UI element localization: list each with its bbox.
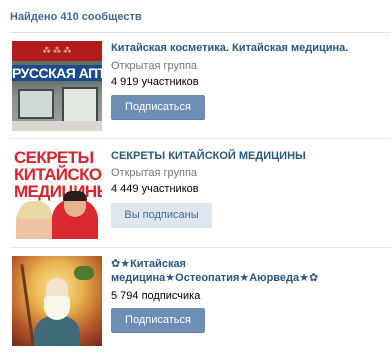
community-item: ✿★Китайская медицина★Остеопатия★Аюрведа★… — [0, 256, 391, 351]
subscribe-button[interactable]: Подписаться — [111, 95, 205, 120]
member-count: 4 449 участников — [111, 183, 199, 195]
subscribe-button[interactable]: Подписаться — [111, 308, 205, 333]
community-avatar[interactable]: ⁂ ⁂ ⁂ РУССКАЯ АПТ — [12, 41, 102, 131]
shop-sign-decoration: ⁂ ⁂ ⁂ — [12, 41, 102, 61]
community-avatar[interactable]: СЕКРЕТЫ КИТАЙСКОЙ МЕДИЦИНЫ — [12, 149, 102, 239]
search-results-header: Найдено 410 сообществ — [0, 0, 391, 33]
community-name-link[interactable]: ✿★Китайская медицина★Остеопатия★Аюрведа★… — [111, 257, 361, 285]
street-decoration — [12, 121, 102, 131]
avatar-caption: РУССКАЯ АПТ — [12, 65, 102, 81]
robe-decoration — [34, 316, 80, 346]
item-divider — [10, 247, 391, 248]
shop-window-decoration — [18, 89, 54, 119]
community-name-line-2: медицина★Остеопатия★Аюрведа★✿ — [111, 272, 319, 284]
subscriber-count: 5 794 подписчика — [111, 290, 201, 302]
community-name-link[interactable]: Китайская косметика. Китайская медицина. — [111, 41, 361, 55]
shop-door-decoration — [62, 87, 98, 123]
member-count: 4 919 участников — [111, 76, 199, 88]
staff-decoration — [20, 264, 35, 346]
avatar-caption-line-3: МЕДИЦИНЫ — [14, 182, 102, 201]
community-item: СЕКРЕТЫ КИТАЙСКОЙ МЕДИЦИНЫ СЕКРЕТЫ КИТАЙ… — [0, 149, 391, 244]
leaf-decoration — [74, 266, 94, 280]
results-count-title: Найдено 410 сообществ — [10, 11, 142, 23]
community-type: Открытая группа — [111, 60, 198, 72]
header-divider — [10, 32, 391, 33]
community-type: Открытая группа — [111, 167, 198, 179]
item-divider — [10, 138, 391, 139]
man-hair-decoration — [63, 191, 87, 201]
subscribed-button[interactable]: Вы подписаны — [111, 203, 212, 228]
community-name-link[interactable]: СЕКРЕТЫ КИТАЙСКОЙ МЕДИЦИНЫ — [111, 149, 361, 163]
woman-hair-decoration — [18, 201, 52, 219]
community-item: ⁂ ⁂ ⁂ РУССКАЯ АПТ Китайская косметика. К… — [0, 41, 391, 136]
community-avatar[interactable] — [12, 256, 102, 346]
community-name-line-1: ✿★Китайская — [111, 258, 186, 270]
